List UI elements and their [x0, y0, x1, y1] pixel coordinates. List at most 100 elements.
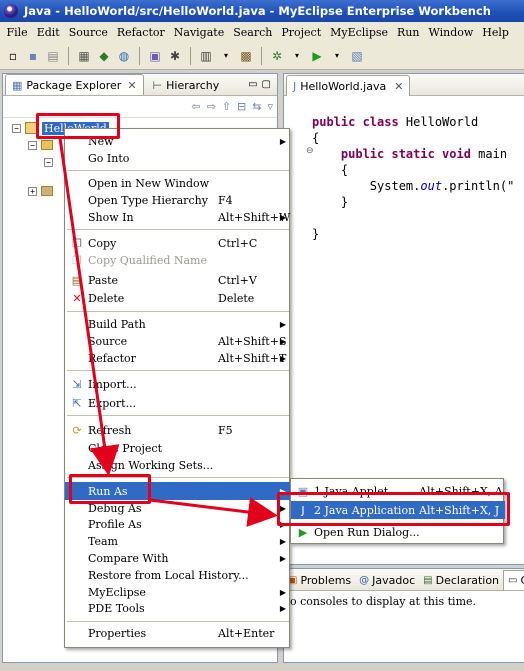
- maximize-icon[interactable]: ▢: [262, 79, 271, 90]
- tab-javadoc[interactable]: @ Javadoc: [355, 570, 419, 590]
- tab-helloworld-java[interactable]: J HelloWorld.java ✕: [286, 75, 411, 96]
- dropdown-icon[interactable]: ▾: [217, 47, 235, 65]
- menu-item-restore-local-history[interactable]: Restore from Local History...: [65, 567, 291, 584]
- menu-window[interactable]: Window: [424, 26, 478, 39]
- submenu-item-java-application[interactable]: J 2 Java Application Alt+Shift+X, J: [291, 501, 505, 519]
- view-menu-icon[interactable]: ▿: [267, 100, 273, 113]
- menu-item-label: Team: [88, 535, 118, 548]
- main-toolbar: ▫ ▪ ▤ ▦ ◆ ◍ ▣ ✱ ▥ ▾ ▩ ✲ ▾ ▶ ▾ ▧: [0, 42, 524, 70]
- menu-item-assign-working-sets[interactable]: Assign Working Sets...: [65, 457, 291, 474]
- print-icon[interactable]: ▤: [44, 47, 62, 65]
- run-icon[interactable]: ▶: [308, 47, 326, 65]
- collapse-icon[interactable]: −: [44, 157, 53, 167]
- globe-icon[interactable]: ◍: [115, 47, 133, 65]
- menu-item-new[interactable]: New ▶: [65, 133, 291, 150]
- toolbar-separator: [68, 46, 69, 65]
- menu-item-myeclipse[interactable]: MyEclipse ▶: [65, 584, 291, 601]
- collapse-icon[interactable]: −: [28, 140, 37, 150]
- tab-package-explorer[interactable]: ▦ Package Explorer ✕: [5, 74, 144, 95]
- tree-item-src[interactable]: −: [28, 137, 56, 153]
- submenu-item-java-applet[interactable]: ▣ 1 Java Applet Alt+Shift+X, A: [291, 483, 505, 500]
- task-icon[interactable]: ▩: [237, 47, 255, 65]
- up-icon[interactable]: ⇧: [222, 100, 231, 113]
- close-icon[interactable]: ✕: [127, 79, 136, 92]
- close-icon[interactable]: ✕: [394, 80, 403, 93]
- forward-icon[interactable]: ⇨: [207, 100, 216, 113]
- submenu-arrow-icon: ▶: [279, 137, 286, 146]
- toolbar-separator: [261, 46, 262, 65]
- debug-icon[interactable]: ✱: [166, 47, 184, 65]
- view-tab-bar: ▦ Package Explorer ✕ ⊢ Hierarchy ▭ ▢: [3, 74, 277, 96]
- editor-tab-bar: J HelloWorld.java ✕: [284, 74, 524, 96]
- menu-item-close-project[interactable]: Close Project: [65, 440, 291, 457]
- tab-problems[interactable]: ▣ Problems: [284, 570, 355, 590]
- new-java-project-icon[interactable]: ▧: [348, 47, 366, 65]
- submenu-item-open-run-dialog[interactable]: ▶ Open Run Dialog...: [291, 524, 505, 541]
- menu-item-label: Compare With: [88, 552, 169, 565]
- menu-source[interactable]: Source: [64, 26, 112, 39]
- menu-item-delete[interactable]: ✕ Delete Delete: [65, 290, 291, 307]
- menu-item-accelerator: Alt+Shift+T: [218, 352, 287, 365]
- menu-item-label: PDE Tools: [88, 602, 145, 615]
- menu-item-paste[interactable]: ▤ Paste Ctrl+V: [65, 272, 291, 289]
- save-icon[interactable]: ▪: [24, 47, 42, 65]
- tab-declaration[interactable]: ▤ Declaration: [419, 570, 503, 590]
- menu-item-team[interactable]: Team ▶: [65, 533, 291, 550]
- minimize-icon[interactable]: ▭: [248, 79, 257, 90]
- menu-item-copy-qualified-name[interactable]: ❐ Copy Qualified Name: [65, 252, 291, 269]
- tab-hierarchy[interactable]: ⊢ Hierarchy: [146, 74, 227, 95]
- menu-item-go-into[interactable]: Go Into: [65, 150, 291, 167]
- deploy-icon[interactable]: ◆: [95, 47, 113, 65]
- code-editor[interactable]: public class HelloWorld { public static …: [312, 114, 514, 242]
- export-icon: ⇱: [72, 397, 82, 410]
- menu-item-copy[interactable]: ❐ Copy Ctrl+C: [65, 235, 291, 252]
- expand-icon[interactable]: +: [28, 186, 37, 196]
- collapse-all-icon[interactable]: ⊟: [237, 100, 246, 113]
- dropdown-icon[interactable]: ▾: [328, 47, 346, 65]
- tab-console[interactable]: ▭ Co: [503, 570, 524, 590]
- menu-file[interactable]: File: [2, 26, 32, 39]
- menu-search[interactable]: Search: [229, 26, 277, 39]
- menu-item-source[interactable]: Source Alt+Shift+S ▶: [65, 333, 291, 350]
- menu-project[interactable]: Project: [277, 26, 326, 39]
- new-icon[interactable]: ▫: [4, 47, 22, 65]
- back-icon[interactable]: ⇦: [191, 100, 200, 113]
- menu-edit[interactable]: Edit: [32, 26, 64, 39]
- link-editor-icon[interactable]: ⇆: [252, 100, 261, 113]
- menu-item-pde-tools[interactable]: PDE Tools ▶: [65, 600, 291, 617]
- submenu-arrow-icon: ▶: [279, 354, 286, 363]
- collapse-icon[interactable]: −: [12, 123, 21, 133]
- menu-item-label: Open in New Window: [88, 177, 210, 190]
- dropdown-icon[interactable]: ▾: [288, 47, 306, 65]
- menu-item-run-as[interactable]: Run As ▶: [65, 482, 291, 500]
- menu-item-label: Delete: [88, 292, 125, 305]
- menu-item-export[interactable]: ⇱ Export...: [65, 395, 291, 412]
- menu-item-open-new-window[interactable]: Open in New Window: [65, 175, 291, 192]
- menu-item-accelerator: Alt+Enter: [218, 627, 275, 640]
- menu-item-accelerator: Delete: [218, 292, 255, 305]
- menu-item-profile-as[interactable]: Profile As ▶: [65, 516, 291, 533]
- screenshot-icon[interactable]: ▥: [197, 47, 215, 65]
- tree-item-package[interactable]: −: [44, 154, 57, 170]
- menu-item-open-type-hierarchy[interactable]: Open Type Hierarchy F4: [65, 192, 291, 209]
- menu-item-import[interactable]: ⇲ Import...: [65, 376, 291, 393]
- menu-item-refactor[interactable]: Refactor Alt+Shift+T ▶: [65, 350, 291, 367]
- menu-navigate[interactable]: Navigate: [169, 26, 228, 39]
- menu-item-debug-as[interactable]: Debug As ▶: [65, 500, 291, 517]
- menu-item-show-in[interactable]: Show In Alt+Shift+W ▶: [65, 209, 291, 226]
- menu-item-compare-with[interactable]: Compare With ▶: [65, 550, 291, 567]
- open-type-icon[interactable]: ▣: [146, 47, 164, 65]
- menu-item-build-path[interactable]: Build Path ▶: [65, 316, 291, 333]
- external-tools-icon[interactable]: ✲: [268, 47, 286, 65]
- server-icon[interactable]: ▦: [75, 47, 93, 65]
- menu-run[interactable]: Run: [393, 26, 424, 39]
- tab-label: Declaration: [435, 573, 500, 587]
- menu-item-refresh[interactable]: ⟳ Refresh F5: [65, 422, 291, 439]
- console-view: ▣ Problems @ Javadoc ▤ Declaration ▭ Co …: [283, 568, 524, 663]
- menu-help[interactable]: Help: [478, 26, 514, 39]
- menu-myeclipse[interactable]: MyEclipse: [326, 26, 393, 39]
- submenu-arrow-icon: ▶: [279, 604, 286, 613]
- menu-refactor[interactable]: Refactor: [112, 26, 169, 39]
- menu-item-properties[interactable]: Properties Alt+Enter: [65, 625, 291, 642]
- tree-item-jre[interactable]: +: [28, 183, 56, 199]
